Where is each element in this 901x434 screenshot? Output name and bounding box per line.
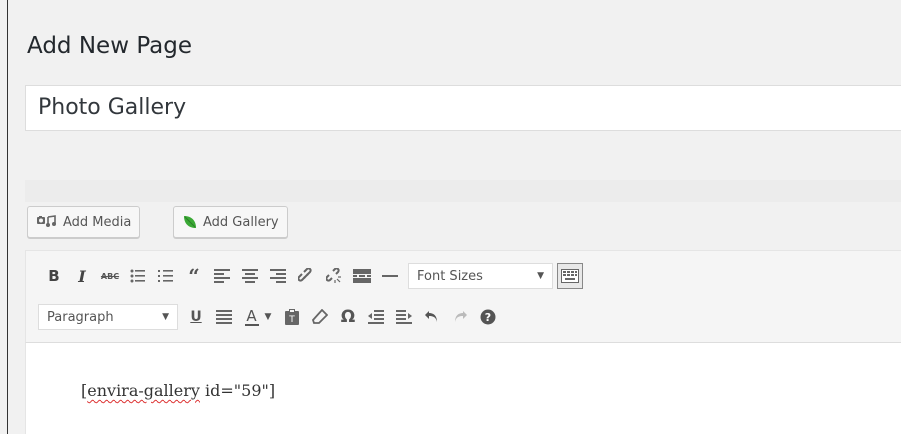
bold-icon[interactable]: B [40,262,68,290]
undo-icon[interactable] [418,303,446,331]
editor-toolbar: B I ABC “ Font Sizes ▼ Paragraph ▼ U A ▼… [25,250,901,343]
chevron-down-icon: ▼ [537,271,544,281]
editor-top-band [25,180,901,202]
camera-music-icon [36,215,58,229]
add-gallery-button[interactable]: Add Gallery [173,206,288,238]
special-character-icon[interactable]: Ω [334,303,362,331]
horizontal-line-icon[interactable] [376,262,404,290]
misspelled-word: envira-gallery [87,381,200,400]
post-title-input[interactable]: Photo Gallery [25,85,901,131]
clear-formatting-icon[interactable] [306,303,334,331]
outdent-icon[interactable] [362,303,390,331]
help-icon[interactable]: ? [474,303,502,331]
font-sizes-label: Font Sizes [417,268,483,284]
bullet-list-icon[interactable] [124,262,152,290]
window-edge [7,0,8,434]
add-gallery-label: Add Gallery [203,214,279,230]
toolbar-row-2: Paragraph ▼ U A ▼ T Ω ? [38,303,502,331]
text-color-icon[interactable]: A ▼ [238,303,278,331]
paragraph-format-select[interactable]: Paragraph ▼ [38,304,178,330]
toolbar-toggle-icon[interactable] [557,263,583,289]
strikethrough-icon[interactable]: ABC [96,262,124,290]
align-center-icon[interactable] [236,262,264,290]
chevron-down-icon: ▼ [162,312,169,322]
shortcode-text: [envira-gallery id="59"] [81,381,275,400]
paste-text-icon[interactable]: T [278,303,306,331]
indent-icon[interactable] [390,303,418,331]
add-media-label: Add Media [63,214,132,230]
numbered-list-icon[interactable] [152,262,180,290]
link-icon[interactable] [292,262,320,290]
align-left-icon[interactable] [208,262,236,290]
justify-icon[interactable] [210,303,238,331]
leaf-icon [182,214,198,230]
italic-icon[interactable]: I [68,262,96,290]
paragraph-label: Paragraph [47,309,114,325]
editor-content[interactable]: [envira-gallery id="59"] [25,342,901,434]
blockquote-icon[interactable]: “ [180,262,208,290]
svg-text:T: T [288,315,295,325]
editor-screen: Add New Page Photo Gallery Add Media Add… [0,0,901,434]
align-right-icon[interactable] [264,262,292,290]
unlink-icon[interactable] [320,262,348,290]
add-media-button[interactable]: Add Media [27,206,141,238]
shortcode-rest: id="59"] [199,381,276,400]
font-sizes-select[interactable]: Font Sizes ▼ [408,263,553,289]
toolbar-row-1: B I ABC “ Font Sizes ▼ [40,262,583,290]
redo-icon[interactable] [446,303,474,331]
read-more-icon[interactable] [348,262,376,290]
svg-text:?: ? [485,311,491,324]
underline-icon[interactable]: U [182,303,210,331]
page-title: Add New Page [27,33,192,59]
